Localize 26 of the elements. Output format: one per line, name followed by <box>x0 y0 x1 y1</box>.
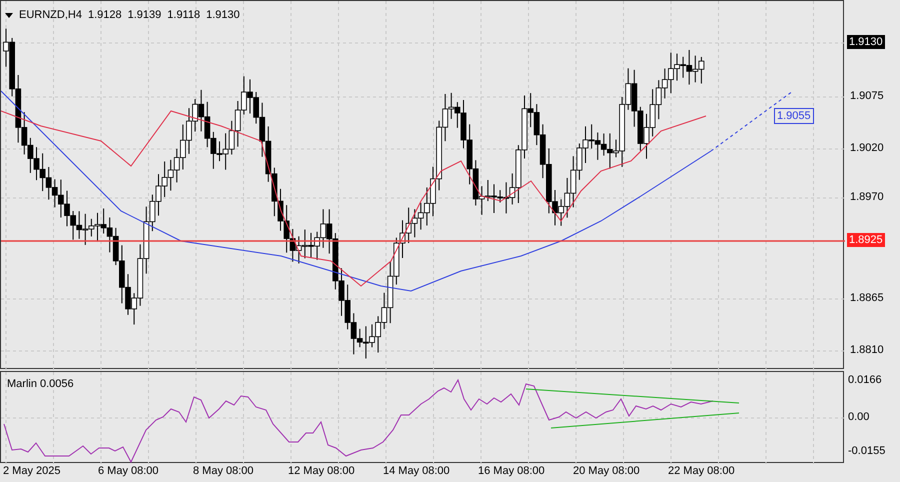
time-axis-label: 6 May 08:00 <box>98 464 159 478</box>
indicator-axis-label: -0.0155 <box>848 445 886 457</box>
time-axis-label: 22 May 08:00 <box>668 464 735 478</box>
price-axis-label: 1.8810 <box>850 344 884 356</box>
price-value: 1.9118 <box>167 8 200 23</box>
level-price-label: 1.8925 <box>847 233 885 247</box>
indicator-axis-label: 0.00 <box>848 411 870 423</box>
price-axis-label: 1.8970 <box>850 191 884 203</box>
symbol-label: EURNZD,H4 <box>19 8 82 23</box>
collapse-arrow-icon[interactable] <box>5 12 13 18</box>
time-axis-label: 20 May 08:00 <box>573 464 640 478</box>
indicator-label: Marlin 0.0056 <box>7 377 74 392</box>
price-value: 1.9139 <box>128 8 162 23</box>
indicator-axis-label: 0.0166 <box>848 374 882 386</box>
time-axis-label: 14 May 08:00 <box>383 464 450 478</box>
price-value: 1.9130 <box>206 8 240 23</box>
price-axis-label: 1.9075 <box>850 90 884 102</box>
time-axis-label: 8 May 08:00 <box>193 464 254 478</box>
time-axis-label: 16 May 08:00 <box>478 464 545 478</box>
time-axis-label: 12 May 08:00 <box>288 464 355 478</box>
price-value: 1.9128 <box>88 8 122 23</box>
current-price-label: 1.9130 <box>847 35 885 49</box>
trendline-price-label: 1.9055 <box>774 108 814 124</box>
time-axis-label: 2 May 2025 <box>3 464 60 478</box>
price-axis-label: 1.8865 <box>850 292 884 304</box>
price-axis-label: 1.9020 <box>850 142 884 154</box>
